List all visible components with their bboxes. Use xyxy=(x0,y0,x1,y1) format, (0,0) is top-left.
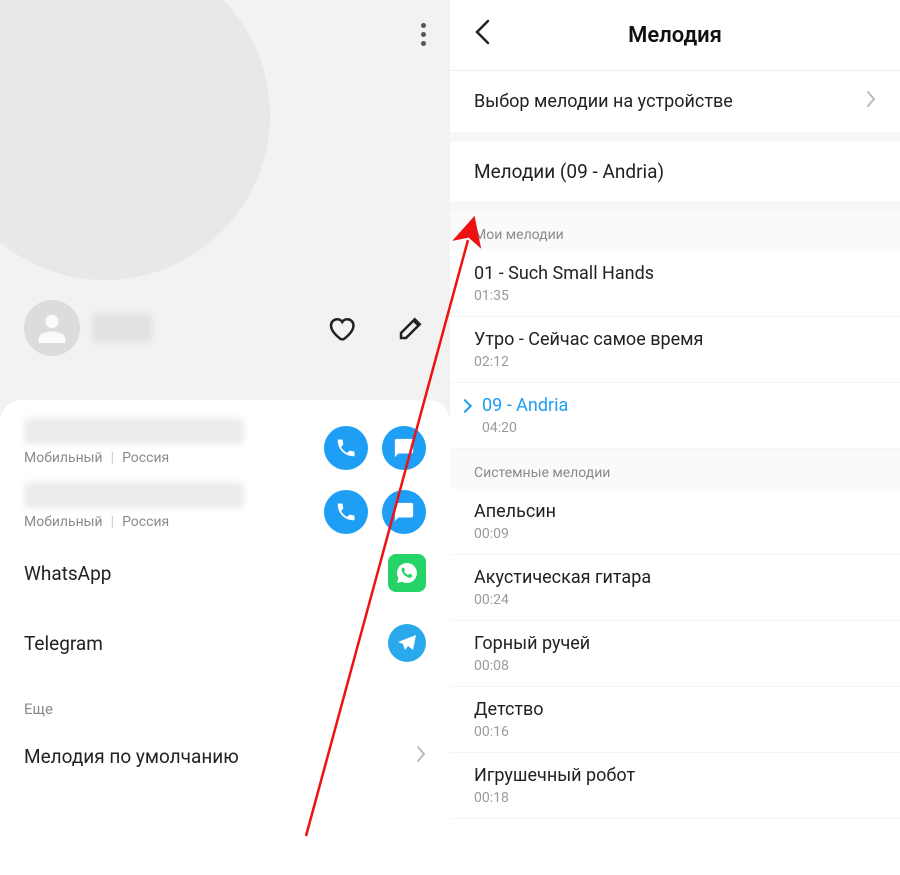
ringtone-item[interactable]: Детство 00:16 xyxy=(450,687,900,753)
ringtone-duration: 00:09 xyxy=(474,526,876,542)
ringtone-item[interactable]: Утро - Сейчас самое время 02:12 xyxy=(450,317,900,383)
ringtone-picker-screen: Мелодия Выбор мелодии на устройстве Мело… xyxy=(450,0,900,875)
default-ringtone-label: Мелодия по умолчанию xyxy=(24,745,239,768)
ringtone-name: 01 - Such Small Hands xyxy=(474,263,876,284)
more-icon[interactable] xyxy=(421,23,426,46)
ringtone-item[interactable]: Апельсин 00:09 xyxy=(450,489,900,555)
ringtone-item[interactable]: 01 - Such Small Hands 01:35 xyxy=(450,251,900,317)
contact-name-redacted xyxy=(92,313,152,343)
phone-entry[interactable]: Мобильный | Россия xyxy=(0,418,324,474)
ringtone-item[interactable]: Игрушечный робот 00:18 xyxy=(450,753,900,819)
phone-country-label: Россия xyxy=(122,450,169,466)
favorite-icon[interactable] xyxy=(326,313,356,343)
ringtone-name: 09 - Andria xyxy=(482,395,876,416)
contact-details-screen: Мобильный | Россия Мобильный | Рос xyxy=(0,0,450,875)
message-button[interactable] xyxy=(382,426,426,470)
telegram-row[interactable]: Telegram xyxy=(0,608,450,678)
divider xyxy=(450,132,900,142)
current-ringtone-row[interactable]: Мелодии (09 - Andria) xyxy=(450,142,900,201)
ringtone-item[interactable]: Акустическая гитара 00:24 xyxy=(450,555,900,621)
ringtone-name: Апельсин xyxy=(474,501,876,522)
ringtone-item[interactable]: Горный ручей 00:08 xyxy=(450,621,900,687)
ringtone-name: Утро - Сейчас самое время xyxy=(474,329,876,350)
current-ringtone-label: Мелодии (09 - Andria) xyxy=(474,160,664,183)
phone-number-redacted xyxy=(24,418,244,444)
phone-type-label: Мобильный xyxy=(24,514,103,530)
app-label: Telegram xyxy=(24,632,103,655)
device-melody-label: Выбор мелодии на устройстве xyxy=(474,91,733,112)
page-title: Мелодия xyxy=(450,23,900,48)
ringtone-name: Горный ручей xyxy=(474,633,876,654)
ringtone-duration: 02:12 xyxy=(474,354,876,370)
my-melodies-label: Мои мелодии xyxy=(450,211,900,251)
ringtone-name: Детство xyxy=(474,699,876,720)
phone-number-redacted xyxy=(24,482,244,508)
phone-entry[interactable]: Мобильный | Россия xyxy=(0,482,324,538)
system-melodies-label: Системные мелодии xyxy=(450,449,900,489)
whatsapp-row[interactable]: WhatsApp xyxy=(0,538,450,608)
edit-icon[interactable] xyxy=(396,313,426,343)
contact-card: Мобильный | Россия Мобильный | Рос xyxy=(0,400,450,875)
chevron-right-icon xyxy=(866,89,876,114)
ringtone-item[interactable]: 09 - Andria 04:20 xyxy=(450,383,900,449)
call-button[interactable] xyxy=(324,490,368,534)
ringtone-duration: 00:16 xyxy=(474,724,876,740)
avatar[interactable] xyxy=(24,300,80,356)
device-melody-row[interactable]: Выбор мелодии на устройстве xyxy=(450,71,900,132)
ringtone-name: Игрушечный робот xyxy=(474,765,876,786)
phone-country-label: Россия xyxy=(122,514,169,530)
more-section-label: Еще xyxy=(0,678,450,730)
ringtone-duration: 01:35 xyxy=(474,288,876,304)
message-button[interactable] xyxy=(382,490,426,534)
avatar-background xyxy=(0,0,270,280)
whatsapp-icon xyxy=(388,554,426,592)
call-button[interactable] xyxy=(324,426,368,470)
divider xyxy=(450,201,900,211)
app-label: WhatsApp xyxy=(24,562,111,585)
telegram-icon xyxy=(388,624,426,662)
ringtone-duration: 00:08 xyxy=(474,658,876,674)
back-icon[interactable] xyxy=(474,19,490,52)
ringtone-name: Акустическая гитара xyxy=(474,567,876,588)
ringtone-duration: 00:18 xyxy=(474,790,876,806)
phone-type-label: Мобильный xyxy=(24,450,103,466)
ringtone-duration: 00:24 xyxy=(474,592,876,608)
separator: | xyxy=(111,450,114,466)
default-ringtone-row[interactable]: Мелодия по умолчанию xyxy=(0,730,450,783)
ringtone-duration: 04:20 xyxy=(482,420,876,436)
chevron-right-icon xyxy=(416,744,426,769)
separator: | xyxy=(111,514,114,530)
